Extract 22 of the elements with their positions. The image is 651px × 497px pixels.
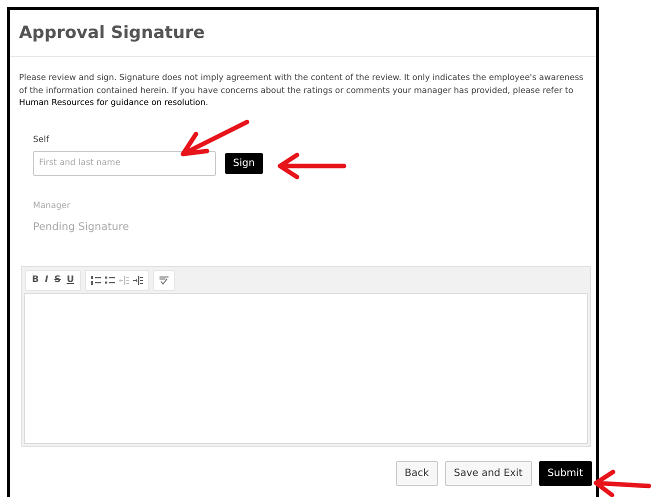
spellcheck-icon[interactable] <box>159 276 170 284</box>
underline-button[interactable]: U <box>66 275 76 285</box>
save-and-exit-button[interactable]: Save and Exit <box>444 460 532 486</box>
bold-button[interactable]: B <box>31 275 40 285</box>
bullet-list-icon[interactable] <box>105 276 116 284</box>
pending-status: Pending Signature <box>33 220 130 232</box>
sign-button[interactable]: Sign <box>225 152 263 174</box>
italic-button[interactable]: I <box>44 275 50 285</box>
instructions-paragraph: Please review and sign. Signature does not imply agreement with the content of the review. It only indicates the employee's awareness of the information contained herein. If you have concerns about the ratings or comments your manager has provided, please refer to Human Resources for guidance on resolution. <box>19 71 584 108</box>
annotation-arrow <box>180 120 250 156</box>
manager-label: Manager <box>33 200 72 210</box>
submit-button[interactable]: Submit <box>538 460 592 486</box>
annotation-arrow <box>594 470 651 497</box>
back-button[interactable]: Back <box>396 460 438 486</box>
panel-title: Approval Signature <box>19 23 205 43</box>
self-label: Self <box>33 134 50 144</box>
hr-link[interactable]: Human Resources for guidance on resolution <box>19 97 206 107</box>
strikethrough-button[interactable]: S <box>53 275 62 285</box>
indent-icon[interactable] <box>133 276 144 284</box>
numbered-list-icon[interactable] <box>91 276 102 284</box>
annotation-arrow <box>278 152 346 180</box>
name-input[interactable]: First and last name <box>33 150 216 176</box>
